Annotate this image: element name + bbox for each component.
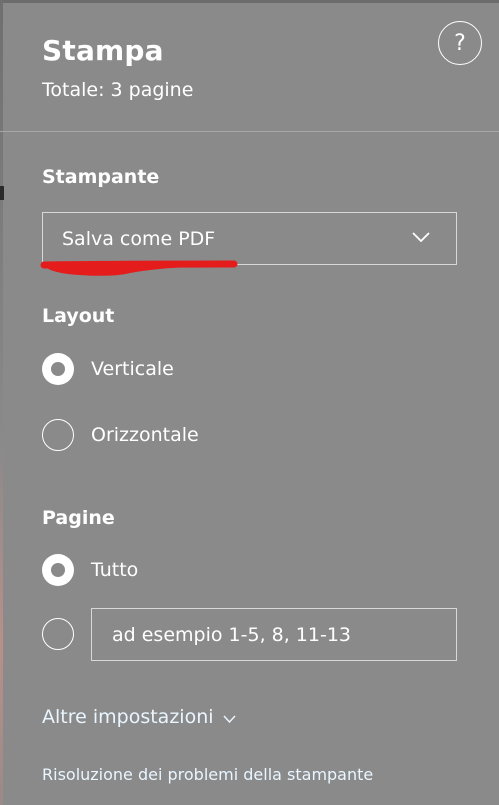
dialog-title: Stampa (42, 34, 164, 67)
more-settings-link[interactable]: Altre impostazioni (42, 706, 236, 728)
layout-option-label: Verticale (91, 358, 174, 380)
chevron-down-icon (412, 232, 430, 242)
troubleshoot-printer-link[interactable]: Risoluzione dei problemi della stampante (42, 765, 373, 784)
dialog-header: Stampa Totale: 3 pagine ? (0, 0, 499, 132)
page-range-input[interactable] (91, 608, 457, 661)
layout-option-label: Orizzontale (91, 424, 199, 446)
radio-landscape[interactable] (42, 419, 74, 451)
layout-option-landscape[interactable]: Orizzontale (42, 419, 199, 451)
pages-option-all[interactable]: Tutto (42, 554, 138, 586)
help-button[interactable]: ? (438, 21, 482, 65)
page-count-summary: Totale: 3 pagine (42, 79, 194, 101)
radio-all-pages[interactable] (42, 554, 74, 586)
layout-option-portrait[interactable]: Verticale (42, 353, 174, 385)
radio-portrait[interactable] (42, 353, 74, 385)
printer-select[interactable]: Salva come PDF (42, 212, 457, 265)
background-window-mark (0, 186, 4, 200)
pages-option-label: Tutto (91, 559, 139, 581)
radio-custom-pages[interactable] (42, 618, 74, 650)
pages-option-custom[interactable] (42, 618, 74, 650)
printer-section-label: Stampante (42, 166, 160, 188)
pages-section-label: Pagine (42, 507, 115, 529)
printer-select-value: Salva come PDF (62, 228, 216, 250)
chevron-down-icon (222, 715, 236, 723)
more-settings-label: Altre impostazioni (42, 706, 214, 728)
help-icon: ? (454, 30, 466, 56)
layout-section-label: Layout (42, 305, 115, 327)
print-dialog: Stampa Totale: 3 pagine ? Stampante Salv… (0, 0, 499, 805)
